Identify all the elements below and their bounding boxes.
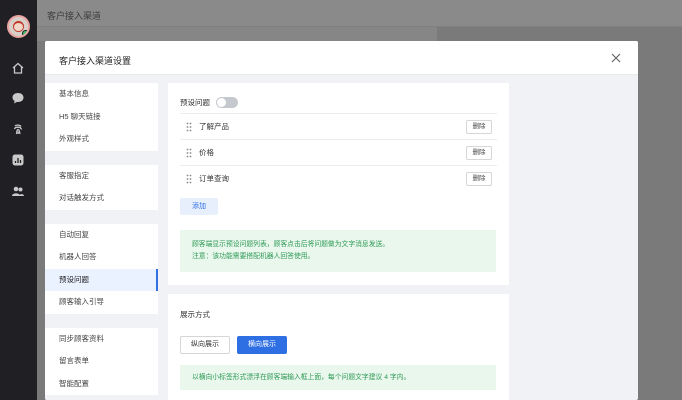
- preset-questions-toggle[interactable]: [216, 97, 238, 108]
- display-tip: 以横向小标签形式漂浮在顾客端输入框上面，每个问题文字建议 4 字内。: [180, 365, 496, 390]
- sidebar-group-reply: 自动回复 机器人回答 预设问题 顾客输入引导: [45, 223, 158, 314]
- background-panel: [37, 27, 437, 41]
- display-mode-card: 展示方式 纵向展示 横向展示 以横向小标签形式漂浮在顾客端输入框上面，每个问题文…: [168, 294, 509, 400]
- vertical-display-button[interactable]: 纵向展示: [180, 336, 230, 354]
- drag-handle-icon[interactable]: [186, 122, 192, 132]
- preset-tip-line-2: 注意：该功能需要搭配机器人回答使用。: [192, 253, 315, 260]
- delete-button[interactable]: 删除: [466, 145, 492, 160]
- sidebar-item-agent-assign[interactable]: 客服指定: [45, 164, 158, 187]
- question-row: 价格 删除: [180, 139, 497, 165]
- question-text: 了解产品: [199, 122, 229, 131]
- drag-handle-icon[interactable]: [186, 148, 192, 158]
- avatar[interactable]: [7, 15, 30, 38]
- sidebar-item-appearance[interactable]: 外观样式: [45, 128, 158, 151]
- sidebar-item-robot-answer[interactable]: 机器人回答: [45, 246, 158, 269]
- sidebar-item-smart-config[interactable]: 智能配置: [45, 372, 158, 395]
- sidebar-item-preset-questions[interactable]: 预设问题: [45, 268, 158, 291]
- settings-modal: 客户接入渠道设置 基本信息 H5 聊天链接 外观样式 客服指定 对话触发方式 自…: [45, 41, 638, 400]
- question-text: 价格: [199, 148, 214, 157]
- sidebar-item-trigger[interactable]: 对话触发方式: [45, 187, 158, 210]
- team-icon[interactable]: [11, 184, 25, 198]
- stats-icon[interactable]: [11, 153, 25, 167]
- question-text: 订单查询: [199, 174, 229, 183]
- horizontal-display-button[interactable]: 横向展示: [237, 336, 287, 354]
- preset-questions-label: 预设问题: [180, 98, 210, 107]
- drag-handle-icon[interactable]: [186, 174, 192, 184]
- question-row: 订单查询 删除: [180, 165, 497, 191]
- sidebar-item-basic-info[interactable]: 基本信息: [45, 83, 158, 106]
- preset-tip: 顾客端显示预设问题列表，顾客点击后将问题做为文字消息发送。 注意：该功能需要搭配…: [180, 230, 496, 272]
- question-row: 了解产品 删除: [180, 113, 497, 139]
- preset-tip-line-1: 顾客端显示预设问题列表，顾客点击后将问题做为文字消息发送。: [192, 241, 390, 248]
- delete-button[interactable]: 删除: [466, 119, 492, 134]
- home-icon[interactable]: [11, 61, 25, 75]
- delete-button[interactable]: 删除: [466, 171, 492, 186]
- sidebar-group-routing: 客服指定 对话触发方式: [45, 164, 158, 210]
- display-mode-title: 展示方式: [180, 310, 210, 319]
- modal-header: 客户接入渠道设置: [45, 41, 638, 75]
- sidebar-item-input-guide[interactable]: 顾客输入引导: [45, 291, 158, 314]
- fingerprint-icon[interactable]: [11, 122, 25, 136]
- preset-questions-card: 预设问题 了解产品 删除 价格 删除 订单查询 删除 添加 顾客端显示预设问题列…: [168, 83, 509, 285]
- sidebar-group-basic: 基本信息 H5 聊天链接 外观样式: [45, 83, 158, 151]
- sidebar-group-data: 同步顾客资料 留言表单 智能配置: [45, 327, 158, 395]
- left-rail: [0, 0, 37, 400]
- modal-title: 客户接入渠道设置: [59, 56, 132, 66]
- chat-icon[interactable]: [11, 91, 25, 105]
- page-title: 客户接入渠道: [47, 11, 102, 21]
- sidebar-item-h5-link[interactable]: H5 聊天链接: [45, 105, 158, 128]
- add-question-button[interactable]: 添加: [180, 198, 218, 215]
- sidebar-item-auto-reply[interactable]: 自动回复: [45, 223, 158, 246]
- top-bar: 客户接入渠道: [37, 0, 682, 27]
- settings-sidebar: 基本信息 H5 聊天链接 外观样式 客服指定 对话触发方式 自动回复 机器人回答…: [45, 75, 158, 400]
- sidebar-item-message-form[interactable]: 留言表单: [45, 350, 158, 373]
- online-status-dot: [22, 30, 28, 36]
- sidebar-item-sync-profile[interactable]: 同步顾客资料: [45, 327, 158, 350]
- close-icon[interactable]: [609, 51, 623, 65]
